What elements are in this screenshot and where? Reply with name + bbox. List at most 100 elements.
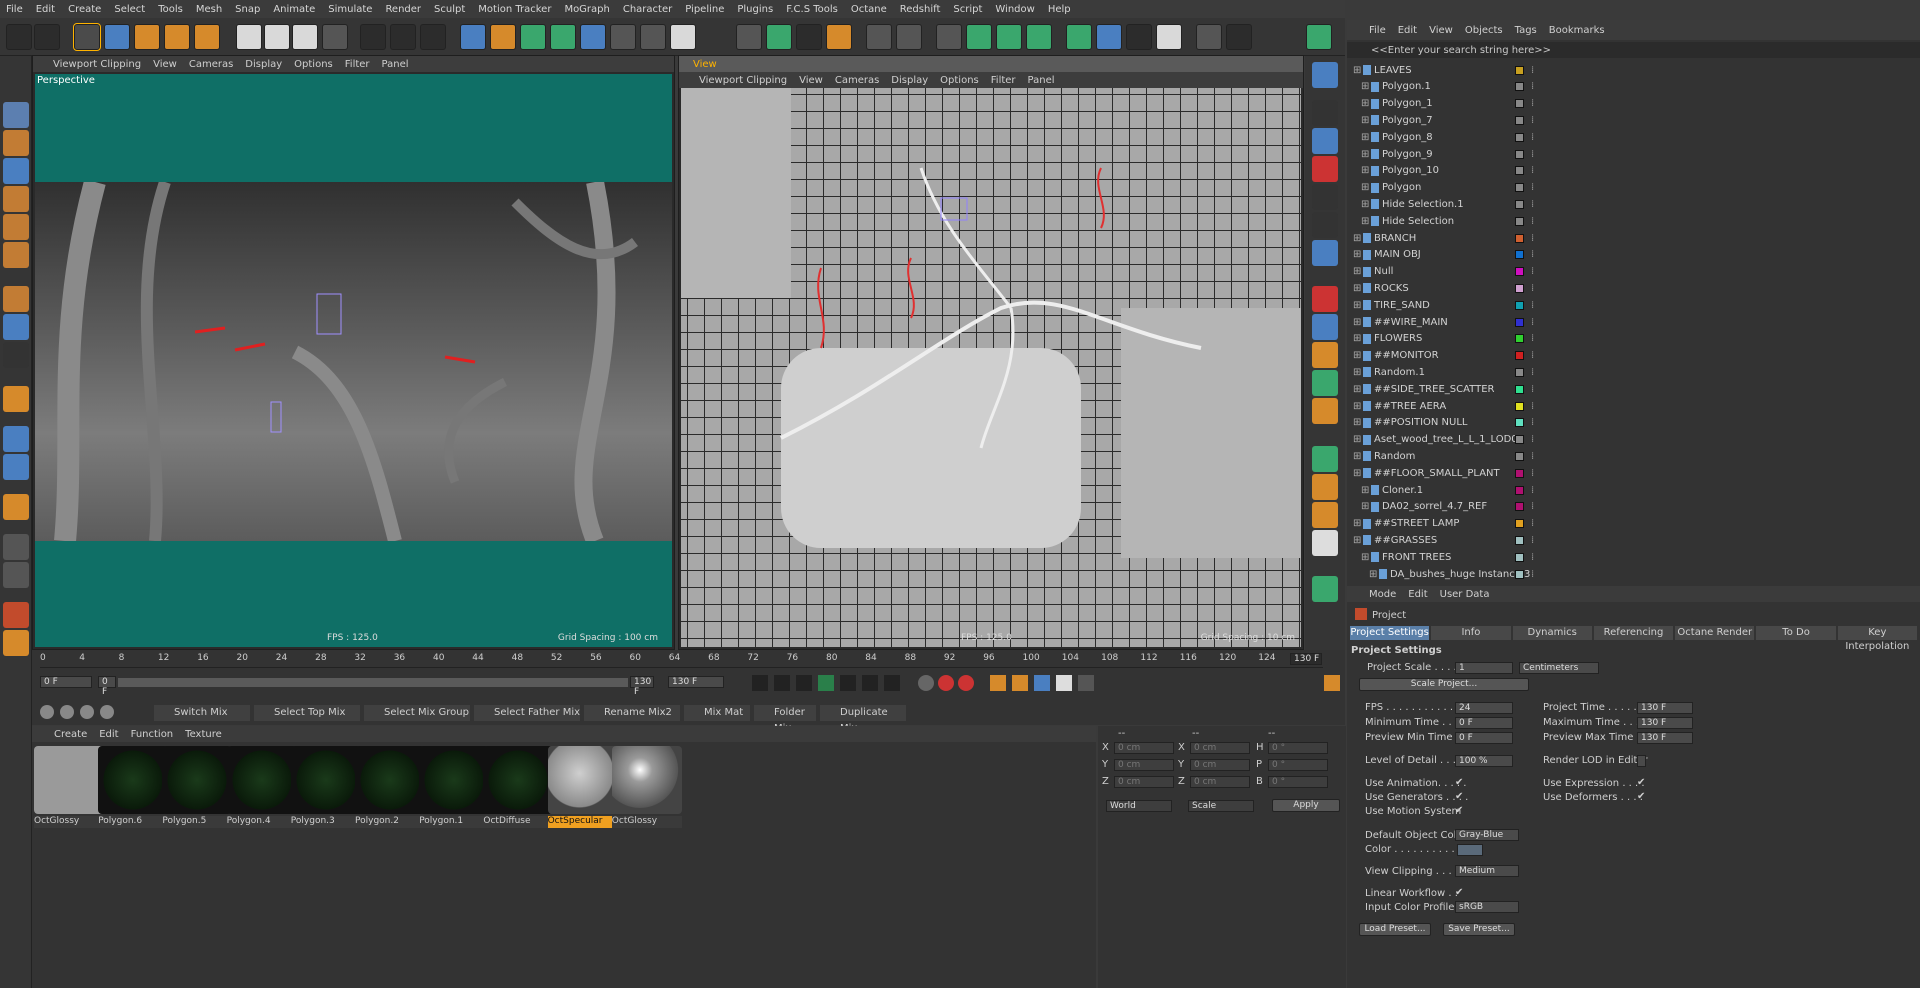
menu-item-pipeline[interactable]: Pipeline [685, 4, 724, 15]
cube-primitive-icon[interactable] [460, 24, 486, 50]
curve-icon[interactable] [3, 562, 29, 588]
object-name[interactable]: ROCKS [1374, 283, 1409, 294]
object-row[interactable]: ⊞ Polygon_8 ⁞ [1347, 129, 1920, 145]
coord-size-field[interactable]: 0 cm [1190, 776, 1250, 788]
tab-key-interpolation[interactable]: Key Interpolation [1837, 626, 1917, 652]
visibility-dots-icon[interactable]: ⁞ [1531, 233, 1534, 244]
layer-color-swatch[interactable] [1515, 569, 1524, 579]
object-name[interactable]: DA02_sorrel_4.7_REF [1382, 501, 1487, 512]
layer-color-swatch[interactable] [1515, 233, 1524, 243]
parameter-key-icon[interactable] [1056, 675, 1072, 691]
expand-icon[interactable]: ⊞ [1361, 165, 1369, 176]
visibility-dots-icon[interactable]: ⁞ [1531, 451, 1534, 462]
redo-icon[interactable] [34, 24, 60, 50]
expand-icon[interactable]: ⊞ [1353, 283, 1361, 294]
object-name[interactable]: ##WIRE_MAIN [1374, 317, 1448, 328]
octane-object-icon[interactable] [966, 24, 992, 50]
expand-icon[interactable]: ⊞ [1361, 216, 1369, 227]
object-row[interactable]: ⊞ ##WIRE_MAIN ⁞ [1347, 314, 1920, 330]
expand-icon[interactable]: ⊞ [1361, 149, 1369, 160]
expand-icon[interactable]: ⊞ [1369, 569, 1377, 580]
visibility-dots-icon[interactable]: ⁞ [1531, 317, 1534, 328]
expand-icon[interactable]: ⊞ [1353, 417, 1361, 428]
green-cube-icon[interactable] [1312, 370, 1338, 396]
visibility-dots-icon[interactable]: ⁞ [1531, 569, 1534, 580]
y-axis-lock-icon[interactable] [264, 24, 290, 50]
select-father-mix-button[interactable]: Select Father Mix [474, 705, 580, 721]
menu-item-snap[interactable]: Snap [235, 4, 260, 15]
sun-icon[interactable] [1312, 62, 1338, 88]
object-name[interactable]: ##MONITOR [1374, 350, 1439, 361]
object-row[interactable]: ⊞ TIRE_SAND ⁞ [1347, 297, 1920, 313]
object-row[interactable]: ⊞ Polygon_7 ⁞ [1347, 112, 1920, 128]
model-mode-icon[interactable] [3, 130, 29, 156]
coord-size-field[interactable]: 0 cm [1190, 742, 1250, 754]
am-menu-mode[interactable]: Mode [1369, 589, 1396, 600]
vp2-menu-filter[interactable]: Filter [991, 75, 1016, 86]
vp-menu-filter[interactable]: Filter [345, 59, 370, 70]
object-name[interactable]: Polygon_1 [1382, 98, 1433, 109]
spline-icon[interactable] [3, 534, 29, 560]
expand-icon[interactable]: ⊞ [1353, 434, 1361, 445]
menu-item-plugins[interactable]: Plugins [737, 4, 773, 15]
red-cube-icon[interactable] [1312, 286, 1338, 312]
object-name[interactable]: TIRE_SAND [1374, 300, 1430, 311]
layer-color-swatch[interactable] [1515, 317, 1524, 327]
subdivision-surface-icon[interactable] [520, 24, 546, 50]
grid-icon[interactable] [3, 454, 29, 480]
object-row[interactable]: ⊞ ##TREE AERA ⁞ [1347, 398, 1920, 414]
object-row[interactable]: ⊞ ##FLOOR_SMALL_PLANT ⁞ [1347, 465, 1920, 481]
object-row[interactable]: ⊞ Hide Selection.1 ⁞ [1347, 196, 1920, 212]
object-name[interactable]: ##POSITION NULL [1374, 417, 1468, 428]
material-thumbnail[interactable]: OctDiffuse [481, 746, 555, 830]
tab-octane-render[interactable]: Octane Render [1675, 626, 1755, 640]
expand-icon[interactable]: ⊞ [1353, 367, 1361, 378]
max-frame-field[interactable]: 130 F [668, 676, 724, 688]
rename-mix2-button[interactable]: Rename Mix2 [584, 705, 680, 721]
preview-max-field[interactable]: 130 F [1637, 732, 1693, 744]
document-icon[interactable] [1312, 530, 1338, 556]
vp-menu-options[interactable]: Options [294, 59, 333, 70]
timeline-ruler[interactable]: 0 4 8 12 16 20 24 28 32 36 40 44 48 52 56 60 64 68 72 76 80 8… [40, 652, 1323, 668]
expand-icon[interactable]: ⊞ [1353, 468, 1361, 479]
object-name[interactable]: DA_bushes_huge Instance.3 [1390, 569, 1530, 580]
loop-icon[interactable] [862, 675, 878, 691]
switch-mix-button[interactable]: Switch Mix [154, 705, 250, 721]
sphere-icon[interactable] [40, 705, 54, 719]
fps-field[interactable]: 24 [1455, 702, 1513, 714]
am-menu-user-data[interactable]: User Data [1440, 589, 1490, 600]
linear-workflow-checkbox[interactable]: ✔ [1455, 887, 1463, 898]
make-editable-icon[interactable] [3, 102, 29, 128]
am-menu-edit[interactable]: Edit [1408, 589, 1427, 600]
object-name[interactable]: Random.1 [1374, 367, 1425, 378]
step-forward-icon[interactable] [840, 675, 856, 691]
object-name[interactable]: Cloner.1 [1382, 485, 1423, 496]
layer-color-swatch[interactable] [1515, 149, 1524, 159]
expand-icon[interactable]: ⊞ [1353, 350, 1361, 361]
om-menu-objects[interactable]: Objects [1465, 25, 1503, 36]
object-name[interactable]: BRANCH [1374, 233, 1416, 244]
expand-icon[interactable]: ⊞ [1361, 115, 1369, 126]
select-top-mix-button[interactable]: Select Top Mix [254, 705, 360, 721]
undo-icon[interactable] [6, 24, 32, 50]
object-row[interactable]: ⊞ ##POSITION NULL ⁞ [1347, 415, 1920, 431]
layer-color-swatch[interactable] [1515, 300, 1524, 310]
object-name[interactable]: Polygon.1 [1382, 81, 1431, 92]
layer-color-swatch[interactable] [1515, 216, 1524, 226]
menu-item-create[interactable]: Create [68, 4, 101, 15]
render-picture-viewer-icon[interactable] [390, 24, 416, 50]
expand-icon[interactable]: ⊞ [1353, 451, 1361, 462]
scale-key-icon[interactable] [1012, 675, 1028, 691]
visibility-dots-icon[interactable]: ⁞ [1531, 552, 1534, 563]
top-view-map[interactable]: FPS : 125.0 Grid Spacing : 10 cm [681, 88, 1301, 647]
bake-icon[interactable] [826, 24, 852, 50]
point-mode-icon[interactable] [3, 186, 29, 212]
layer-color-swatch[interactable] [1515, 132, 1524, 142]
object-row[interactable]: ⊞ BRANCH ⁞ [1347, 230, 1920, 246]
save-preset-button[interactable]: Save Preset... [1443, 923, 1515, 936]
rope-tool-icon[interactable] [896, 24, 922, 50]
object-row[interactable]: ⊞ ROCKS ⁞ [1347, 280, 1920, 296]
coord-scale-select[interactable]: Scale [1188, 800, 1254, 812]
visibility-dots-icon[interactable]: ⁞ [1531, 149, 1534, 160]
visibility-dots-icon[interactable]: ⁞ [1531, 81, 1534, 92]
